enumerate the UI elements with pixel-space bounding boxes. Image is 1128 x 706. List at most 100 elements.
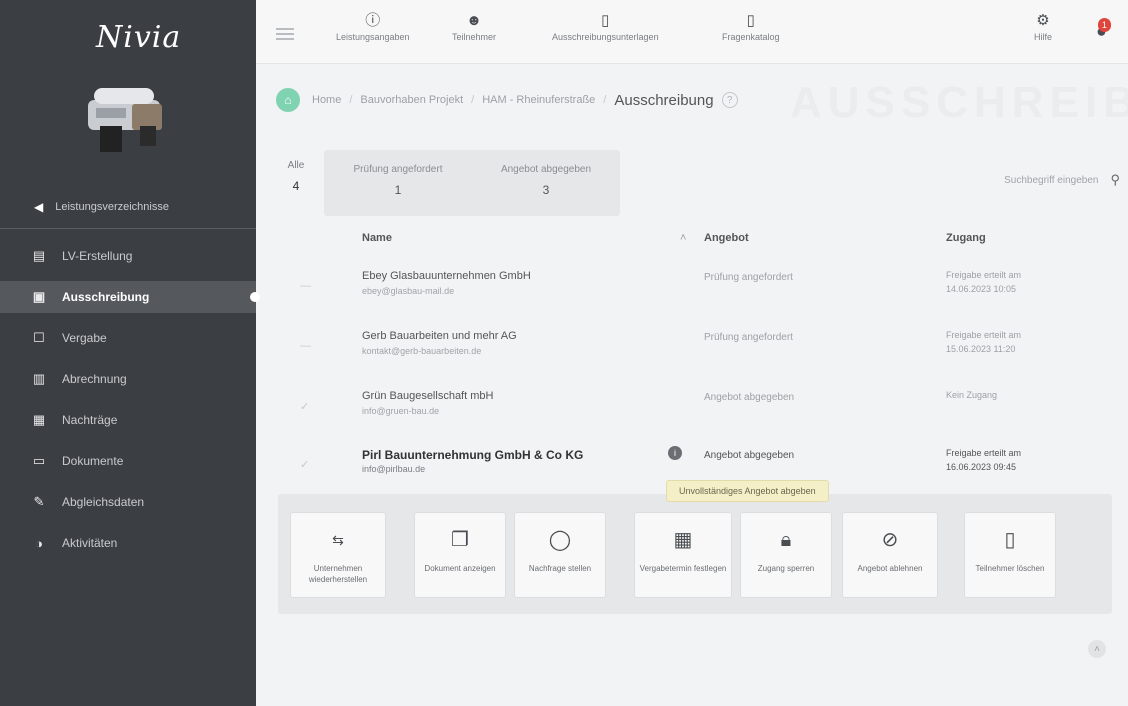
block-icon: ⊘: [881, 529, 899, 551]
lock-access-button[interactable]: 🔒︎ Zugang sperren: [740, 512, 832, 598]
filter-label: Alle: [287, 160, 305, 171]
action-label: Zugang sperren: [757, 564, 815, 573]
row-email: info@pirlbau.de: [362, 464, 426, 474]
menu-toggle-icon[interactable]: [276, 28, 294, 40]
sidebar-item-vergabe[interactable]: ☐ Vergabe: [0, 322, 256, 354]
column-header-access[interactable]: Zugang: [946, 232, 986, 244]
sidebar-divider: [0, 228, 256, 229]
help-label: Hilfe: [1034, 32, 1053, 42]
construction-machine-image: [88, 88, 162, 152]
sidebar-item-label: Aktivitäten: [62, 536, 118, 550]
search-field[interactable]: Suchbegriff eingeben ⚲: [940, 170, 1120, 190]
row-status: Angebot abgegeben: [704, 450, 795, 461]
info-icon[interactable]: i: [668, 446, 682, 460]
page-watermark: AUSSCHREIBUNG: [790, 78, 1128, 127]
restore-company-button[interactable]: ⇆ Unternehmen wiederherstellen: [290, 512, 386, 598]
row-access: Kein Zugang: [946, 390, 998, 400]
sidebar-item-ausschreibung[interactable]: ▣ Ausschreibung: [0, 281, 260, 313]
row-name: Ebey Glasbauunternehmen GmbH: [362, 270, 531, 282]
row-name: Grün Baugesellschaft mbH: [362, 390, 494, 402]
breadcrumb-item[interactable]: HAM - Rheinuferstraße: [482, 94, 595, 106]
document-list-icon: ▤: [32, 248, 46, 263]
table-row[interactable]: ✓ Grün Baugesellschaft mbH info@gruen-ba…: [276, 386, 1116, 438]
row-email: ebey@glasbau-mail.de: [362, 286, 455, 296]
app-logo[interactable]: Nivia: [96, 20, 181, 55]
topnav-fragenkatalog[interactable]: ▯ Fragenkatalog: [722, 10, 780, 42]
breadcrumb-separator: /: [471, 94, 475, 106]
table-row[interactable]: — Ebey Glasbauunternehmen GmbH ebey@glas…: [276, 266, 1116, 318]
topnav-ausschreibungsunterlagen[interactable]: ▯ Ausschreibungsunterlagen: [552, 10, 659, 42]
search-placeholder[interactable]: Suchbegriff eingeben: [1004, 175, 1098, 186]
tender-icon: ▣: [32, 289, 46, 304]
row-access-date: 14.06.2023 10:05: [946, 284, 1017, 294]
breadcrumb-item[interactable]: Home: [312, 94, 341, 106]
topnav-teilnehmer[interactable]: ☻ Teilnehmer: [452, 10, 496, 42]
row-checkbox[interactable]: —: [300, 280, 311, 292]
column-header-name[interactable]: Name: [362, 232, 392, 244]
row-email: kontakt@gerb-bauarbeiten.de: [362, 346, 482, 356]
sidebar-item-abrechnung[interactable]: ▥ Abrechnung: [0, 363, 256, 395]
scroll-top-icon[interactable]: ˄: [1088, 640, 1106, 658]
clipboard-question-icon: ▯: [746, 12, 755, 29]
sort-icon[interactable]: ˄: [680, 232, 686, 244]
row-status: Angebot abgegeben: [704, 392, 795, 403]
filter-all[interactable]: Alle 4: [282, 160, 310, 193]
column-header-status[interactable]: Angebot: [704, 232, 749, 244]
sidebar: Nivia ◀ Leistungsverzeichnisse ▤ LV-Erst…: [0, 0, 260, 706]
table-row[interactable]: — Gerb Bauarbeiten und mehr AG kontakt@g…: [276, 326, 1116, 378]
table-header: Name ˄ Angebot Zugang: [362, 232, 1062, 248]
sidebar-item-label: Abrechnung: [62, 372, 127, 386]
row-status: Prüfung angefordert: [704, 272, 793, 283]
notification-badge: 1: [1097, 18, 1111, 32]
reject-offer-button[interactable]: ⊘ Angebot ablehnen: [842, 512, 938, 598]
row-name: Pirl Bauunternehmung GmbH & Co KG: [362, 448, 584, 462]
trash-icon: ▯: [1004, 529, 1016, 551]
delete-participant-button[interactable]: ▯ Teilnehmer löschen: [964, 512, 1056, 598]
info-icon: ⓘ: [365, 12, 381, 29]
row-checkmark-icon[interactable]: ✓: [300, 458, 309, 471]
set-award-date-button[interactable]: ▦ Vergabetermin festlegen: [634, 512, 732, 598]
action-label: Angebot ablehnen: [857, 564, 923, 573]
clipboard-icon: ▯: [601, 12, 610, 29]
filter-count: 1: [394, 183, 402, 197]
sidebar-back-label: Leistungsverzeichnisse: [55, 201, 169, 213]
sidebar-item-label: Abgleichsdaten: [62, 495, 145, 509]
filter-pruefung-angefordert[interactable]: Prüfung angefordert 1: [324, 150, 472, 216]
tooltip: Unvollständiges Angebot abgeben: [666, 480, 829, 502]
action-label: Dokument anzeigen: [424, 564, 496, 573]
help-circle-icon[interactable]: ?: [721, 92, 738, 108]
sidebar-item-lv-erstellung[interactable]: ▤ LV-Erstellung: [0, 240, 256, 272]
row-checkmark-icon[interactable]: ✓: [300, 400, 309, 413]
topnav-leistungsangaben[interactable]: ⓘ Leistungsangaben: [336, 10, 410, 42]
sidebar-item-nachtraege[interactable]: ▦ Nachträge: [0, 404, 256, 436]
search-icon[interactable]: ⚲: [1110, 172, 1120, 188]
row-access: Freigabe erteilt am: [946, 330, 1022, 340]
action-label: Unternehmen wiederherstellen: [308, 564, 368, 584]
breadcrumb-separator: /: [349, 94, 353, 106]
gear-icon: ⚙: [1036, 12, 1050, 29]
row-email: info@gruen-bau.de: [362, 406, 440, 416]
action-label: Vergabetermin festlegen: [639, 564, 727, 573]
help-button[interactable]: ⚙ Hilfe: [1034, 10, 1052, 42]
notifications-button[interactable]: ● 1: [1096, 18, 1111, 42]
sidebar-item-aktivitaeten[interactable]: ◑ Aktivitäten: [0, 527, 256, 559]
calendar-icon: ▦: [673, 529, 693, 551]
show-document-button[interactable]: ❐ Dokument anzeigen: [414, 512, 506, 598]
row-checkbox[interactable]: —: [300, 340, 311, 352]
sidebar-item-abgleichsdaten[interactable]: ✎ Abgleichsdaten: [0, 486, 256, 518]
billing-icon: ▥: [32, 371, 46, 386]
breadcrumb-item[interactable]: Bauvorhaben Projekt: [360, 94, 463, 106]
sidebar-item-dokumente[interactable]: ▭ Dokumente: [0, 445, 256, 477]
addendum-icon: ▦: [32, 412, 46, 427]
topnav-label: Ausschreibungsunterlagen: [552, 32, 659, 42]
filter-angebot-abgegeben[interactable]: Angebot abgegeben 3: [472, 150, 620, 216]
row-name: Gerb Bauarbeiten und mehr AG: [362, 330, 517, 342]
filter-count: 3: [542, 183, 550, 197]
ask-question-button[interactable]: ◯ Nachfrage stellen: [514, 512, 606, 598]
sidebar-back-link[interactable]: ◀ Leistungsverzeichnisse: [0, 196, 256, 218]
page-title: Ausschreibung: [614, 91, 714, 109]
person-icon: ☻: [466, 12, 482, 29]
sidebar-item-label: Dokumente: [62, 454, 124, 468]
filter-label: Prüfung angefordert: [353, 164, 443, 175]
home-icon[interactable]: ⌂: [276, 88, 300, 112]
